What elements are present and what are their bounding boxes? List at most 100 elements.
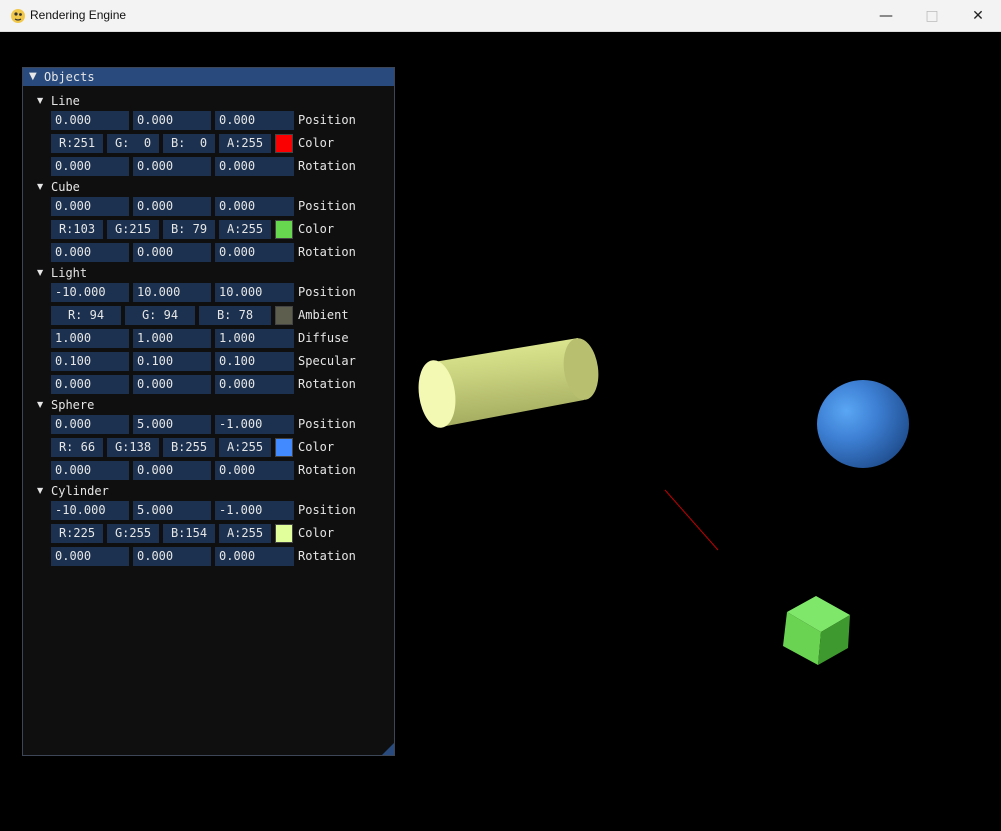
diffuse-label: Diffuse <box>298 331 349 345</box>
node-label: Cube <box>51 180 80 194</box>
node-label: Light <box>51 266 88 280</box>
light-specular-z[interactable]: 0.100 <box>215 352 294 371</box>
objects-panel[interactable]: ▼ Objects ▼ Line 0.000 0.000 0.000 Positi… <box>22 67 395 756</box>
specular-label: Specular <box>298 354 356 368</box>
cylinder-rotation-z[interactable]: 0.000 <box>215 547 294 566</box>
rotation-label: Rotation <box>298 549 356 563</box>
expand-triangle-icon[interactable]: ▼ <box>37 93 51 109</box>
tree-node-line[interactable]: ▼ Line <box>37 93 80 109</box>
sphere-position-y[interactable]: 5.000 <box>133 415 211 434</box>
light-specular-y[interactable]: 0.100 <box>133 352 211 371</box>
position-label: Position <box>298 285 356 299</box>
position-label: Position <box>298 503 356 517</box>
node-label: Cylinder <box>51 484 109 498</box>
line-object <box>664 489 719 551</box>
python-app-icon <box>11 9 25 23</box>
rotation-label: Rotation <box>298 245 356 259</box>
cube-color-a[interactable]: A:255 <box>219 220 271 239</box>
tree-node-light[interactable]: ▼ Light <box>37 265 87 281</box>
cylinder-rotation-y[interactable]: 0.000 <box>133 547 211 566</box>
sphere-position-x[interactable]: 0.000 <box>51 415 129 434</box>
node-label: Line <box>51 94 80 108</box>
sphere-color-g[interactable]: G:138 <box>107 438 159 457</box>
expand-triangle-icon[interactable]: ▼ <box>37 179 51 195</box>
cube-color-swatch[interactable] <box>275 220 293 239</box>
cube-rotation-y[interactable]: 0.000 <box>133 243 211 262</box>
light-position-y[interactable]: 10.000 <box>133 283 211 302</box>
cube-rotation-z[interactable]: 0.000 <box>215 243 294 262</box>
cylinder-color-b[interactable]: B:154 <box>163 524 215 543</box>
collapse-triangle-icon[interactable]: ▼ <box>29 68 37 86</box>
light-specular-x[interactable]: 0.100 <box>51 352 129 371</box>
panel-title-bar[interactable]: ▼ Objects <box>23 68 394 86</box>
tree-node-sphere[interactable]: ▼ Sphere <box>37 397 94 413</box>
line-color-b[interactable]: B: 0 <box>163 134 215 153</box>
light-rotation-x[interactable]: 0.000 <box>51 375 129 394</box>
line-position-x[interactable]: 0.000 <box>51 111 129 130</box>
cube-color-b[interactable]: B: 79 <box>163 220 215 239</box>
cylinder-position-z[interactable]: -1.000 <box>215 501 294 520</box>
line-color-g[interactable]: G: 0 <box>107 134 159 153</box>
line-position-y[interactable]: 0.000 <box>133 111 211 130</box>
sphere-color-r[interactable]: R: 66 <box>51 438 103 457</box>
sphere-object <box>817 380 909 468</box>
cylinder-rotation-x[interactable]: 0.000 <box>51 547 129 566</box>
tree-node-cube[interactable]: ▼ Cube <box>37 179 80 195</box>
light-diffuse-z[interactable]: 1.000 <box>215 329 294 348</box>
line-color-swatch[interactable] <box>275 134 293 153</box>
color-label: Color <box>298 526 335 540</box>
color-label: Color <box>298 136 335 150</box>
line-position-z[interactable]: 0.000 <box>215 111 294 130</box>
color-label: Color <box>298 440 335 454</box>
cylinder-color-swatch[interactable] <box>275 524 293 543</box>
light-position-x[interactable]: -10.000 <box>51 283 129 302</box>
light-ambient-r[interactable]: R: 94 <box>51 306 121 325</box>
cube-position-y[interactable]: 0.000 <box>133 197 211 216</box>
light-diffuse-y[interactable]: 1.000 <box>133 329 211 348</box>
light-position-z[interactable]: 10.000 <box>215 283 294 302</box>
cylinder-position-x[interactable]: -10.000 <box>51 501 129 520</box>
expand-triangle-icon[interactable]: ▼ <box>37 397 51 413</box>
sphere-rotation-z[interactable]: 0.000 <box>215 461 294 480</box>
close-button[interactable]: ✕ <box>955 0 1001 32</box>
expand-triangle-icon[interactable]: ▼ <box>37 265 51 281</box>
light-diffuse-x[interactable]: 1.000 <box>51 329 129 348</box>
line-color-a[interactable]: A:255 <box>219 134 271 153</box>
sphere-position-z[interactable]: -1.000 <box>215 415 294 434</box>
sphere-rotation-y[interactable]: 0.000 <box>133 461 211 480</box>
cylinder-position-y[interactable]: 5.000 <box>133 501 211 520</box>
sphere-rotation-x[interactable]: 0.000 <box>51 461 129 480</box>
light-rotation-z[interactable]: 0.000 <box>215 375 294 394</box>
line-rotation-x[interactable]: 0.000 <box>51 157 129 176</box>
position-label: Position <box>298 417 356 431</box>
light-ambient-swatch[interactable] <box>275 306 293 325</box>
color-label: Color <box>298 222 335 236</box>
minimize-button[interactable]: — <box>863 0 909 32</box>
line-color-r[interactable]: R:251 <box>51 134 103 153</box>
maximize-button[interactable]: □ <box>909 0 955 32</box>
cube-position-x[interactable]: 0.000 <box>51 197 129 216</box>
cube-rotation-x[interactable]: 0.000 <box>51 243 129 262</box>
cube-color-r[interactable]: R:103 <box>51 220 103 239</box>
tree-node-cylinder[interactable]: ▼ Cylinder <box>37 483 109 499</box>
line-rotation-y[interactable]: 0.000 <box>133 157 211 176</box>
resize-grip[interactable] <box>382 743 394 755</box>
rotation-label: Rotation <box>298 159 356 173</box>
ambient-label: Ambient <box>298 308 349 322</box>
light-rotation-y[interactable]: 0.000 <box>133 375 211 394</box>
light-ambient-g[interactable]: G: 94 <box>125 306 195 325</box>
cube-color-g[interactable]: G:215 <box>107 220 159 239</box>
cylinder-color-r[interactable]: R:225 <box>51 524 103 543</box>
expand-triangle-icon[interactable]: ▼ <box>37 483 51 499</box>
cube-object <box>783 596 850 665</box>
cylinder-color-g[interactable]: G:255 <box>107 524 159 543</box>
line-rotation-z[interactable]: 0.000 <box>215 157 294 176</box>
maximize-icon: □ <box>925 8 939 24</box>
window-title: Rendering Engine <box>30 8 127 22</box>
sphere-color-a[interactable]: A:255 <box>219 438 271 457</box>
light-ambient-b[interactable]: B: 78 <box>199 306 271 325</box>
cylinder-color-a[interactable]: A:255 <box>219 524 271 543</box>
cube-position-z[interactable]: 0.000 <box>215 197 294 216</box>
sphere-color-b[interactable]: B:255 <box>163 438 215 457</box>
sphere-color-swatch[interactable] <box>275 438 293 457</box>
